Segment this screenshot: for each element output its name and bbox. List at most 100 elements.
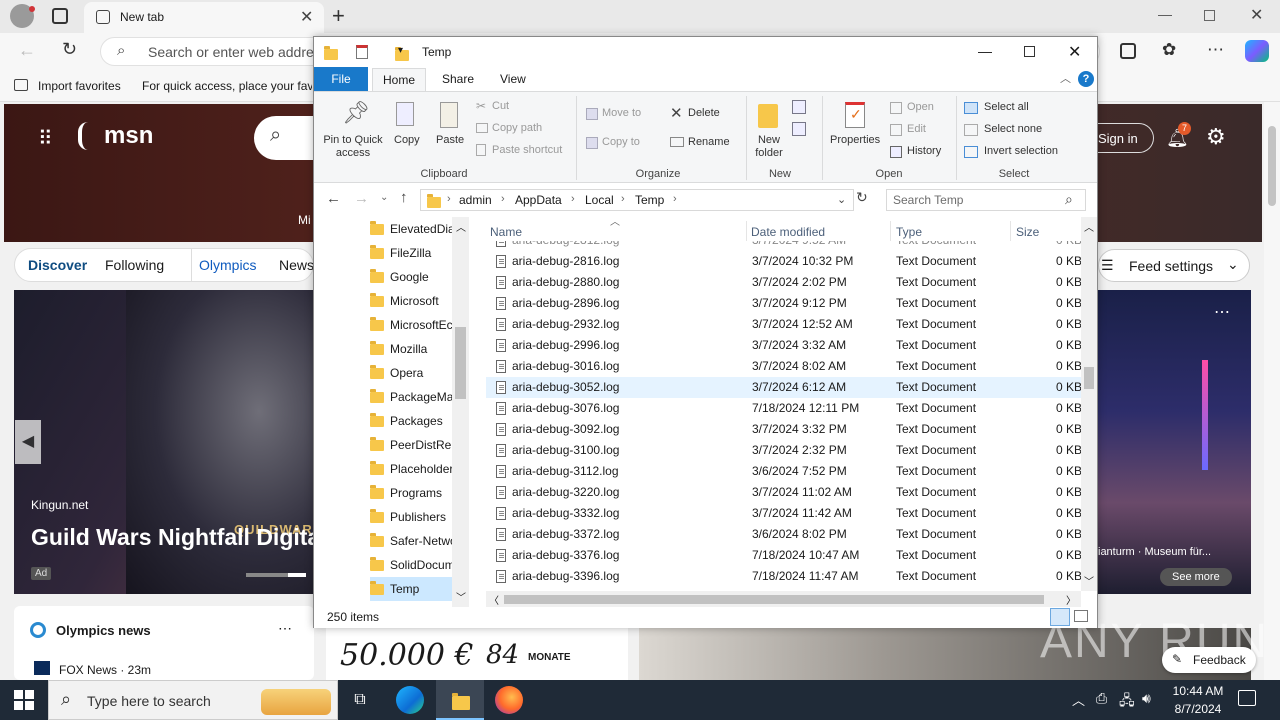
card-more-icon[interactable]: ⋯ (1214, 302, 1230, 322)
table-row[interactable]: aria-debug-2932.log 3/7/2024 12:52 AM Text… (486, 314, 1081, 335)
feedback-button[interactable]: ✎ Feedback (1162, 647, 1256, 673)
show-hidden-icons-icon[interactable]: ︿ (1072, 690, 1085, 709)
list-vscrollbar-thumb[interactable] (1084, 367, 1094, 389)
table-row[interactable]: aria-debug-3092.log 3/7/2024 3:32 PM Text … (486, 419, 1081, 440)
table-row[interactable]: aria-debug-3052.log 3/7/2024 6:12 AM Text … (486, 377, 1081, 398)
table-row[interactable]: aria-debug-3396.log 7/18/2024 11:47 AM Tex… (486, 566, 1081, 587)
minimize-browser-icon[interactable]: — (1158, 6, 1172, 22)
tree-scrollbar[interactable]: ︿ ﹀ (452, 217, 469, 607)
notification-center-icon[interactable] (1238, 690, 1256, 706)
tab-file[interactable]: File (314, 67, 368, 91)
scroll-down-icon[interactable]: ﹀ (1084, 573, 1094, 588)
qat-dropdown-icon[interactable]: ▾ (398, 45, 403, 56)
table-row[interactable]: aria-debug-2996.log 3/7/2024 3:32 AM Text … (486, 335, 1081, 356)
table-row[interactable]: aria-debug-3100.log 3/7/2024 2:32 PM Text … (486, 440, 1081, 461)
help-icon[interactable]: ? (1078, 71, 1094, 87)
table-row[interactable]: aria-debug-3332.log 3/7/2024 11:42 AM Text… (486, 503, 1081, 524)
close-browser-icon[interactable]: ✕ (1250, 5, 1263, 25)
close-icon[interactable]: ✕ (1068, 42, 1081, 62)
breadcrumb-temp[interactable]: Temp (635, 193, 664, 207)
new-item-icon[interactable] (792, 100, 806, 114)
settings-gear-icon[interactable]: ⚙ (1206, 124, 1226, 150)
carousel-prev-button[interactable]: ◀ (15, 420, 41, 464)
msn-search-box[interactable]: ⌕ (254, 116, 314, 160)
new-folder-button[interactable]: New folder (750, 100, 788, 162)
tree-scrollbar-thumb[interactable] (455, 327, 466, 399)
tab-following[interactable]: Following (105, 257, 164, 273)
more-menu-icon[interactable]: ⋯ (1207, 40, 1224, 60)
scroll-up-icon[interactable]: ︿ (456, 219, 466, 234)
loan-ad[interactable]: 50.000 € 84 MONATE (326, 628, 628, 680)
recent-dropdown-icon[interactable]: ⌄ (380, 192, 388, 203)
start-windows-icon[interactable] (14, 690, 34, 710)
clock-date[interactable]: 8/7/2024 (1170, 702, 1226, 716)
tab-new-tab[interactable]: New tab ✕ (84, 2, 324, 33)
breadcrumb-admin[interactable]: admin (459, 193, 492, 207)
tab-discover[interactable]: Discover (28, 257, 87, 273)
scroll-right-icon[interactable]: 〉 (1066, 592, 1076, 607)
feed-settings-button[interactable]: ☰ Feed settings ⌄ (1098, 249, 1250, 282)
table-row[interactable]: aria-debug-3112.log 3/6/2024 7:52 PM Text … (486, 461, 1081, 482)
see-more-button[interactable]: See more (1160, 568, 1232, 586)
extensions-icon[interactable]: ✿ (1162, 40, 1176, 60)
table-row[interactable]: aria-debug-3220.log 3/7/2024 11:02 AM Text… (486, 482, 1081, 503)
table-row[interactable]: aria-debug-2896.log 3/7/2024 9:12 PM Text … (486, 293, 1081, 314)
details-view-icon[interactable] (1050, 608, 1070, 626)
table-row-partial[interactable]: aria-debug-2812.log 3/7/2024 9:52 AM Tex… (486, 241, 1081, 251)
refresh-icon[interactable]: ↻ (62, 39, 77, 60)
tab-olympics[interactable]: Olympics (199, 257, 257, 273)
scroll-down-icon[interactable]: ﹀ (456, 589, 466, 604)
pane-divider[interactable] (470, 217, 486, 607)
city-card[interactable]: ⋯ ianturm · Museum für... See more (1098, 290, 1251, 594)
tab-view[interactable]: View (500, 72, 526, 86)
scroll-up-icon[interactable]: ︿ (1084, 219, 1094, 234)
properties-qat-icon[interactable] (356, 45, 368, 59)
properties-button[interactable]: ✓ Properties (826, 100, 886, 162)
network-icon[interactable]: 🖧︎ (1119, 690, 1135, 714)
collapse-ribbon-icon[interactable]: ︿ (1060, 70, 1071, 86)
table-row[interactable]: aria-debug-3016.log 3/7/2024 8:02 AM Text … (486, 356, 1081, 377)
column-size[interactable]: Size (1016, 225, 1039, 239)
up-arrow-icon[interactable]: ↑ (400, 189, 408, 206)
forward-arrow-icon[interactable]: → (354, 190, 369, 207)
scroll-left-icon[interactable]: 〈 (489, 592, 499, 607)
list-vscrollbar[interactable]: ︿ ﹀ (1081, 217, 1097, 591)
copilot-icon[interactable] (1245, 40, 1269, 62)
tab-close-icon[interactable]: ✕ (300, 7, 313, 27)
list-hscrollbar[interactable]: 〈 〉 (486, 591, 1081, 607)
table-row[interactable]: aria-debug-3076.log 7/18/2024 12:11 PM Tex… (486, 398, 1081, 419)
table-row[interactable]: aria-debug-3372.log 3/6/2024 8:02 PM Text … (486, 524, 1081, 545)
search-temp-input[interactable]: Search Temp ⌕ (886, 189, 1086, 211)
task-view-icon[interactable]: ⧉ (346, 686, 374, 714)
column-name[interactable]: Name (490, 225, 522, 239)
apps-grid-icon[interactable]: ⠿ (38, 126, 53, 151)
page-scrollbar[interactable] (1264, 102, 1280, 680)
table-row[interactable]: aria-debug-2816.log 3/7/2024 10:32 PM Text… (486, 251, 1081, 272)
back-icon[interactable]: ← (18, 40, 36, 61)
edge-icon[interactable] (396, 686, 424, 714)
address-dropdown-icon[interactable]: ⌄ (837, 193, 846, 206)
olympics-news-title[interactable]: Olympics news (56, 623, 151, 638)
explorer-title-bar[interactable]: ▾ Temp — ✕ (314, 37, 1097, 67)
add-tab-icon[interactable]: + (332, 3, 345, 29)
column-date[interactable]: Date modified (751, 225, 825, 239)
tab-actions-icon[interactable] (52, 8, 68, 24)
tab-news[interactable]: News (279, 257, 313, 273)
back-arrow-icon[interactable]: ← (326, 190, 341, 207)
volume-icon[interactable]: 🔊︎ (1142, 690, 1151, 707)
pin-quick-access-button[interactable]: 📌︎ Pin to Quick access (318, 100, 388, 160)
maximize-icon[interactable] (1024, 46, 1035, 57)
taskbar-search-input[interactable]: ⌕ Type here to search (48, 680, 338, 720)
tray-app-icon[interactable]: ⎙ (1096, 690, 1107, 707)
refresh-folder-icon[interactable]: ↻ (856, 189, 868, 206)
list-hscrollbar-thumb[interactable] (504, 595, 1044, 604)
address-breadcrumb[interactable]: › admin › AppData › Local › Temp › ⌄ (420, 189, 854, 211)
clock-time[interactable]: 10:44 AM (1170, 684, 1226, 698)
table-row[interactable]: aria-debug-3376.log 7/18/2024 10:47 AM Tex… (486, 545, 1081, 566)
paste-button[interactable]: Paste (432, 100, 466, 150)
import-favorites-link[interactable]: Import favorites (38, 79, 121, 93)
column-type[interactable]: Type (896, 225, 922, 239)
featured-card[interactable]: QUILDWAR Kingun.net Guild Wars Nightfall… (14, 290, 314, 594)
breadcrumb-local[interactable]: Local (585, 193, 614, 207)
collections-icon[interactable] (1120, 43, 1136, 59)
